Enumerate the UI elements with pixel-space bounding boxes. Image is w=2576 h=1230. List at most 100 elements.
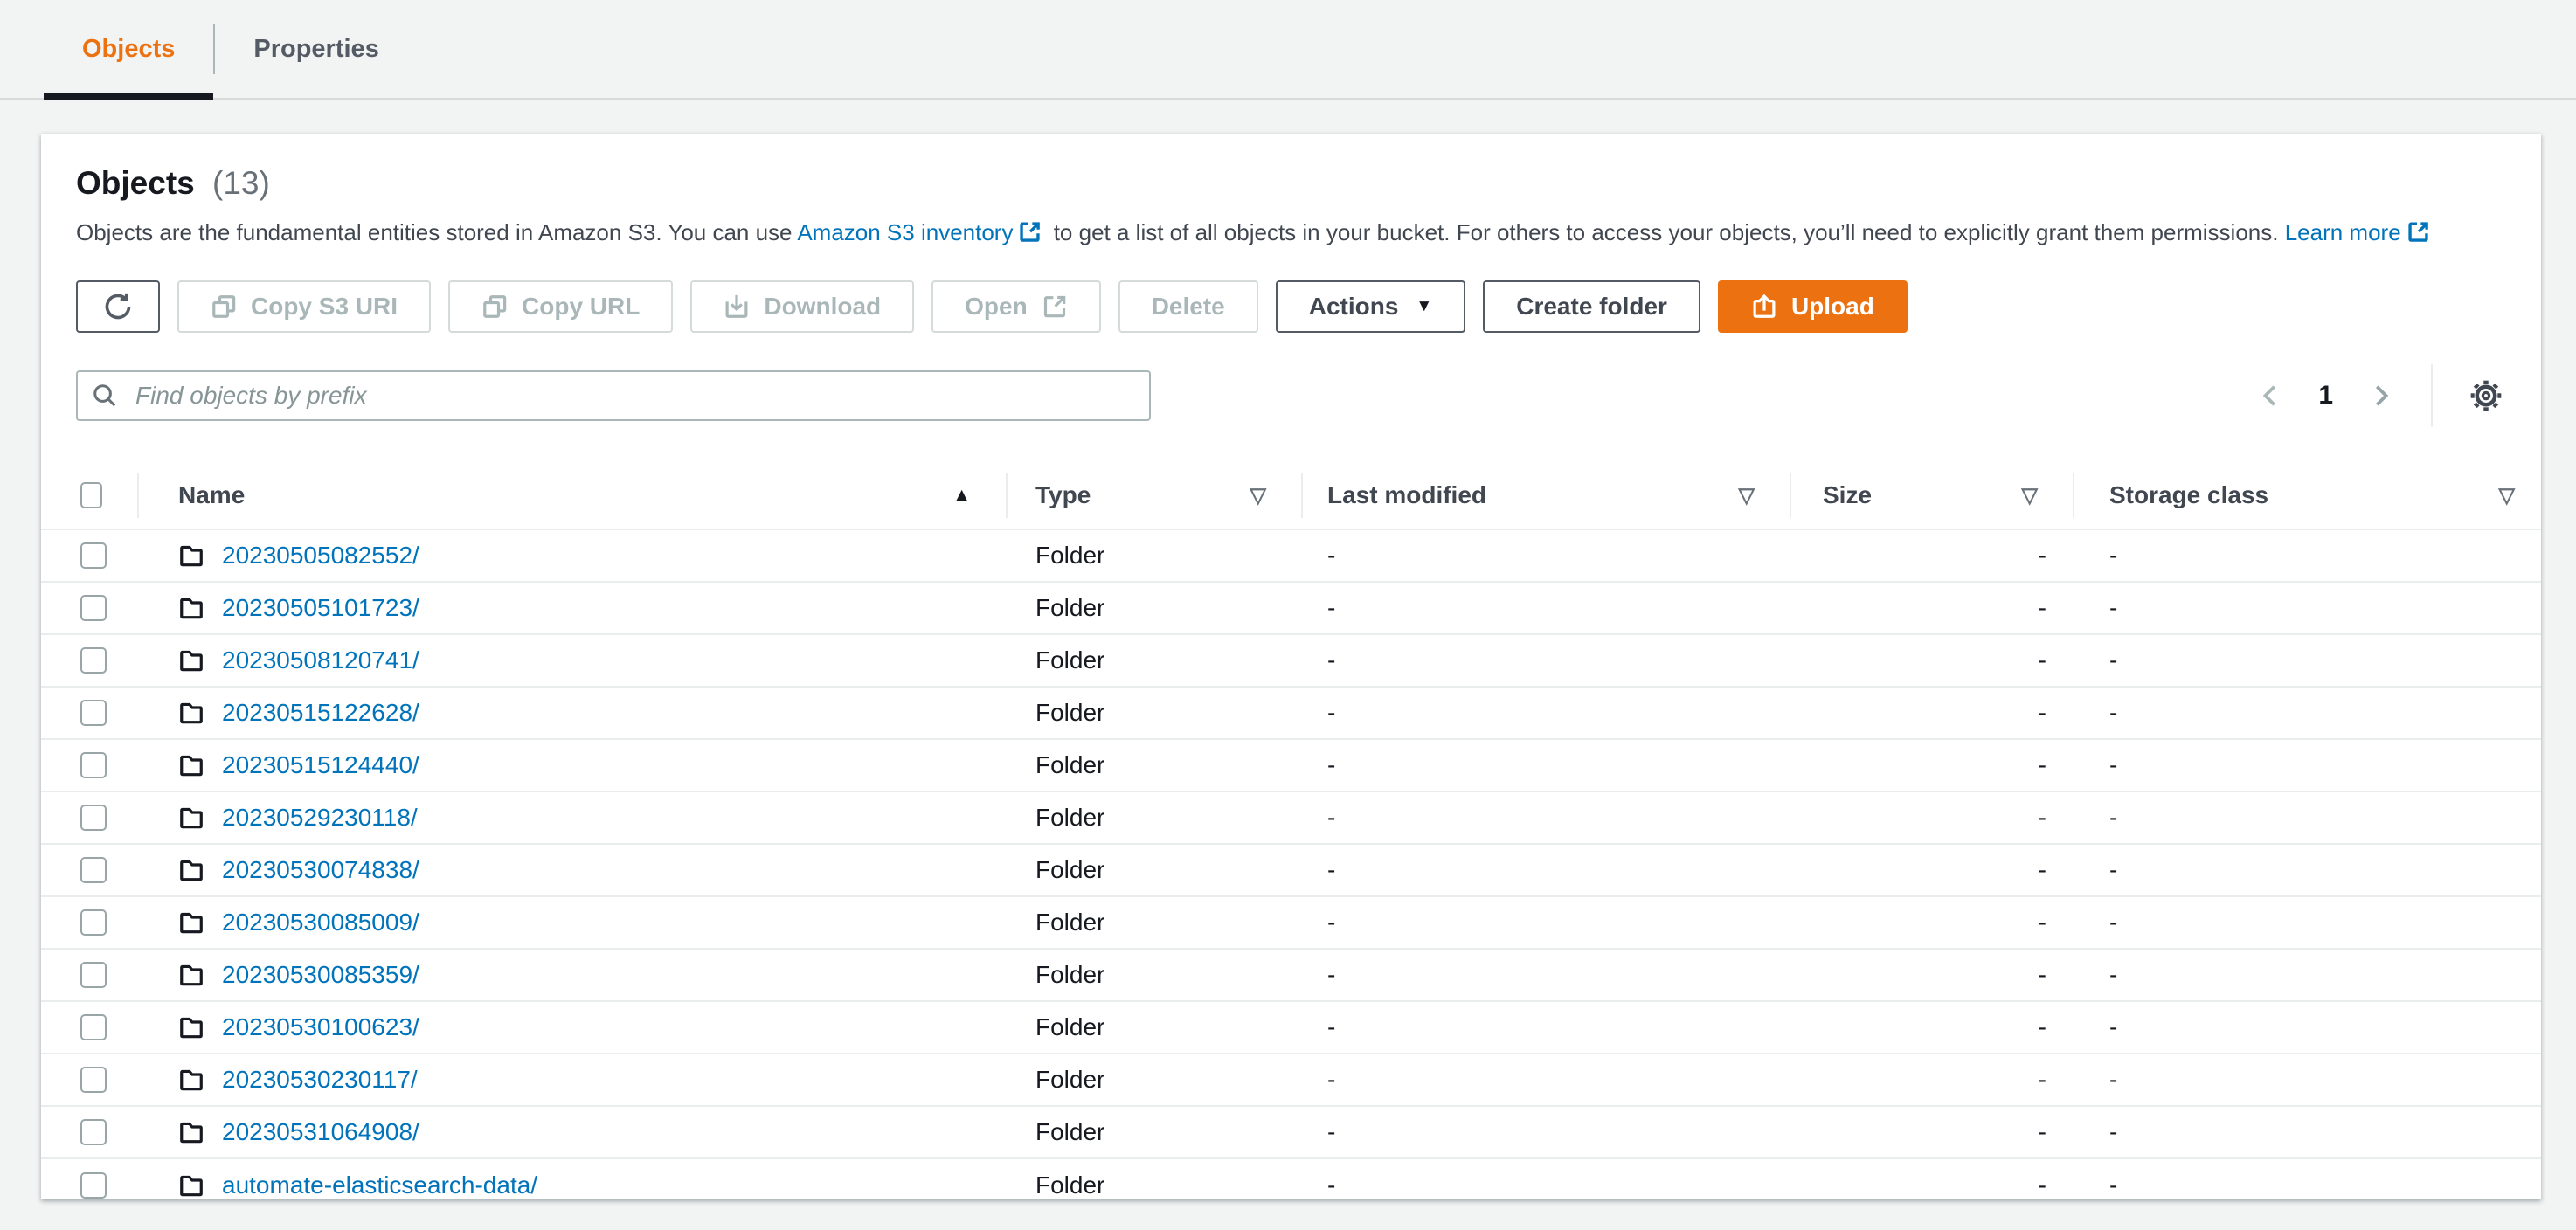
sort-ascending-icon[interactable]: ▲ (952, 485, 971, 506)
column-header-name[interactable]: Name ▲ (137, 462, 1006, 529)
name-cell: 20230531064908/ (137, 1118, 1006, 1146)
column-label: Type (1035, 481, 1091, 508)
name-cell: 20230530230117/ (137, 1066, 1006, 1094)
object-link[interactable]: 20230508120741/ (222, 646, 419, 674)
learn-more-link[interactable]: Learn more (2285, 219, 2401, 245)
actions-button[interactable]: Actions ▼ (1275, 280, 1466, 333)
toolbar: Copy S3 URI Copy URL Download Open Delet… (76, 280, 2506, 333)
filter-icon[interactable]: ▽ (2499, 483, 2515, 508)
folder-icon (178, 542, 204, 569)
gear-icon (2469, 379, 2503, 412)
table-row: 20230530100623/ Folder - - - (41, 1002, 2541, 1054)
last-modified-cell: - (1327, 699, 1336, 726)
table-row: 20230530230117/ Folder - - - (41, 1054, 2541, 1107)
storage-class-cell: - (2109, 699, 2118, 726)
column-header-storage-class[interactable]: Storage class ▽ (2073, 462, 2541, 529)
select-all-cell (41, 462, 137, 529)
delete-label: Delete (1151, 293, 1225, 320)
last-modified-cell: - (1327, 1066, 1336, 1093)
objects-panel: Objects (13) Objects are the fundamental… (41, 134, 2541, 1199)
last-modified-cell: - (1327, 961, 1336, 988)
create-folder-button[interactable]: Create folder (1483, 280, 1700, 333)
object-link[interactable]: 20230515124440/ (222, 751, 419, 779)
storage-class-cell: - (2109, 1171, 2118, 1199)
current-page[interactable]: 1 (2313, 381, 2338, 411)
row-checkbox[interactable] (80, 752, 107, 778)
settings-button[interactable] (2466, 376, 2506, 416)
column-header-type[interactable]: Type ▽ (1006, 462, 1301, 529)
copy-url-button[interactable]: Copy URL (448, 280, 674, 333)
type-cell: Folder (1035, 1118, 1105, 1145)
object-link[interactable]: 20230530085359/ (222, 961, 419, 989)
size-cell: - (2038, 804, 2046, 831)
type-cell: Folder (1035, 961, 1105, 988)
select-all-checkbox[interactable] (80, 482, 102, 508)
object-link[interactable]: 20230505101723/ (222, 594, 419, 622)
size-cell: - (2038, 751, 2046, 778)
row-checkbox[interactable] (80, 1067, 107, 1093)
search-box (76, 370, 1151, 421)
search-input[interactable] (76, 370, 1151, 421)
name-cell: 20230529230118/ (137, 804, 1006, 832)
folder-icon (178, 857, 204, 883)
object-link[interactable]: automate-elasticsearch-data/ (222, 1171, 537, 1199)
object-link[interactable]: 20230530074838/ (222, 856, 419, 884)
object-link[interactable]: 20230515122628/ (222, 699, 419, 727)
page-title: Objects (76, 165, 195, 201)
row-checkbox[interactable] (80, 909, 107, 936)
object-link[interactable]: 20230530230117/ (222, 1066, 418, 1094)
row-checkbox[interactable] (80, 1014, 107, 1040)
row-checkbox[interactable] (80, 1172, 107, 1199)
row-checkbox[interactable] (80, 542, 107, 569)
column-header-size[interactable]: Size ▽ (1790, 462, 2073, 529)
chevron-down-icon: ▼ (1416, 297, 1433, 315)
object-link[interactable]: 20230530085009/ (222, 909, 419, 936)
filter-icon[interactable]: ▽ (1250, 483, 1266, 508)
filter-icon[interactable]: ▽ (1739, 483, 1755, 508)
last-modified-cell: - (1327, 804, 1336, 831)
row-checkbox[interactable] (80, 805, 107, 831)
inventory-link[interactable]: Amazon S3 inventory (797, 219, 1013, 245)
external-link-icon (2406, 220, 2430, 244)
object-link[interactable]: 20230529230118/ (222, 804, 418, 832)
object-link[interactable]: 20230531064908/ (222, 1118, 419, 1146)
object-link[interactable]: 20230505082552/ (222, 542, 419, 570)
object-link[interactable]: 20230530100623/ (222, 1013, 419, 1041)
row-checkbox[interactable] (80, 857, 107, 883)
copy-url-label: Copy URL (522, 293, 641, 320)
size-cell: - (2038, 1066, 2046, 1093)
name-cell: 20230530085009/ (137, 909, 1006, 936)
tab-objects[interactable]: Objects (44, 0, 214, 100)
row-checkbox-cell (41, 1014, 137, 1040)
download-label: Download (764, 293, 882, 320)
copy-s3-uri-button[interactable]: Copy S3 URI (177, 280, 432, 333)
next-page-button[interactable] (2365, 379, 2398, 412)
name-cell: 20230505082552/ (137, 542, 1006, 570)
table-row: 20230515122628/ Folder - - - (41, 688, 2541, 740)
folder-icon (178, 1119, 204, 1145)
tab-properties[interactable]: Properties (215, 0, 417, 98)
external-link-icon (1018, 220, 1042, 244)
column-header-last-modified[interactable]: Last modified ▽ (1301, 462, 1790, 529)
upload-button[interactable]: Upload (1717, 280, 1908, 333)
table-row: 20230531064908/ Folder - - - (41, 1107, 2541, 1159)
size-cell: - (2038, 909, 2046, 936)
row-checkbox[interactable] (80, 647, 107, 674)
open-button[interactable]: Open (931, 280, 1101, 333)
refresh-button[interactable] (76, 280, 160, 333)
delete-button[interactable]: Delete (1118, 280, 1258, 333)
row-checkbox[interactable] (80, 700, 107, 726)
type-cell: Folder (1035, 699, 1105, 726)
row-checkbox-cell (41, 1067, 137, 1093)
name-cell: 20230530074838/ (137, 856, 1006, 884)
row-checkbox[interactable] (80, 1119, 107, 1145)
filter-icon[interactable]: ▽ (2022, 483, 2038, 508)
previous-page-button[interactable] (2254, 379, 2287, 412)
storage-class-cell: - (2109, 1013, 2118, 1040)
folder-icon (178, 1014, 204, 1040)
row-checkbox[interactable] (80, 595, 107, 621)
row-checkbox[interactable] (80, 962, 107, 988)
table-row: 20230529230118/ Folder - - - (41, 792, 2541, 845)
download-button[interactable]: Download (690, 280, 915, 333)
search-icon (92, 383, 118, 409)
